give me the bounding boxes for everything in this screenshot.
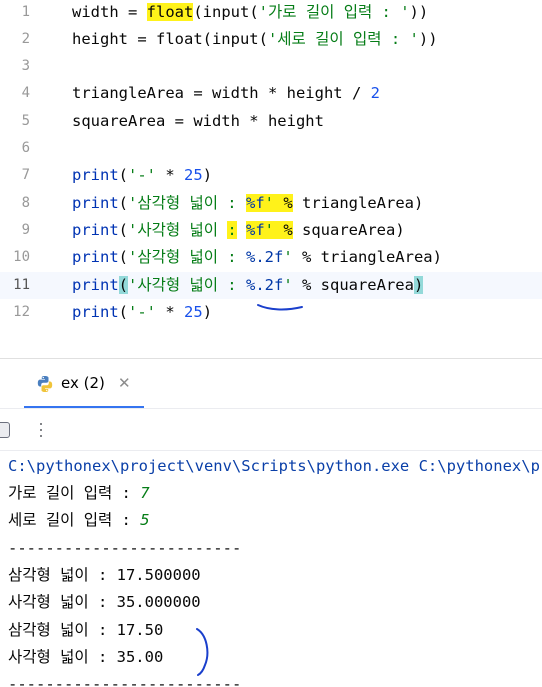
code-text: squareArea = width * height	[72, 112, 324, 130]
line-number: 5	[21, 113, 30, 129]
code-text: print('사각형 넓이 : %f' % squareArea)	[72, 221, 405, 239]
console-output-line: 사각형 넓이 : 35.00	[8, 648, 164, 666]
header-divider	[0, 408, 542, 409]
input-value: 7	[140, 484, 150, 502]
console-input-line: 가로 길이 입력 : 7	[8, 480, 150, 507]
code-line-11: 11 print('사각형 넓이 : %.2f' % squareArea)	[0, 272, 542, 299]
stop-icon[interactable]	[0, 422, 10, 438]
line-number: 8	[21, 195, 30, 211]
console-command-line: C:\pythonex\project\venv\Scripts\python.…	[8, 457, 542, 475]
console-separator: -------------------------	[8, 539, 242, 557]
line-number: 10	[13, 249, 30, 265]
console-input-line: 세로 길이 입력 : 5	[8, 507, 150, 534]
code-line-2: 2 height = float(input('세로 길이 입력 : '))	[0, 26, 542, 53]
pen-bracket-annotation	[196, 628, 209, 676]
code-editor[interactable]: 1 width = float(input('가로 길이 입력 : ')) 2 …	[0, 0, 542, 330]
console-output-line: 삼각형 넓이 : 17.50	[8, 621, 164, 639]
code-text: print('사각형 넓이 : %.2f' % squareArea)	[72, 276, 424, 294]
code-text: print('-' * 25)	[72, 303, 213, 321]
line-number: 12	[13, 304, 30, 320]
code-line-10: 10 print('삼각형 넓이 : %.2f' % triangleArea)	[0, 244, 542, 271]
code-line-4: 4 triangleArea = width * height / 2	[0, 80, 542, 107]
line-number: 1	[21, 4, 30, 20]
line-number: 9	[21, 222, 30, 238]
line-number: 6	[21, 140, 30, 156]
code-text: height = float(input('세로 길이 입력 : '))	[72, 30, 438, 48]
code-text: print('삼각형 넓이 : %f' % triangleArea)	[72, 194, 424, 212]
code-line-9: 9 print('사각형 넓이 : %f' % squareArea)	[0, 217, 542, 244]
line-number: 2	[21, 31, 30, 47]
input-value: 5	[140, 511, 150, 529]
line-number: 3	[21, 58, 30, 74]
code-text: print('-' * 25)	[72, 166, 213, 184]
line-number: 11	[13, 277, 30, 293]
run-panel-header: ex (2) ✕	[0, 359, 542, 409]
tab-label: ex (2)	[61, 374, 105, 392]
run-toolbar	[0, 410, 542, 451]
code-line-6: 6	[0, 135, 542, 162]
code-text: print('삼각형 넓이 : %.2f' % triangleArea)	[72, 248, 442, 266]
close-icon[interactable]: ✕	[118, 374, 131, 392]
code-line-3: 3	[0, 53, 542, 80]
input-prompt: 세로 길이 입력 :	[8, 511, 141, 529]
console-output[interactable]: C:\pythonex\project\venv\Scripts\python.…	[0, 451, 542, 687]
console-output-line: 삼각형 넓이 : 17.500000	[8, 566, 201, 584]
code-line-8: 8 print('삼각형 넓이 : %f' % triangleArea)	[0, 190, 542, 217]
more-vertical-icon[interactable]	[33, 418, 49, 442]
code-line-5: 5 squareArea = width * height	[0, 108, 542, 135]
code-text: width = float(input('가로 길이 입력 : '))	[72, 3, 429, 21]
code-line-1: 1 width = float(input('가로 길이 입력 : '))	[0, 0, 542, 26]
python-icon	[37, 376, 53, 392]
code-line-7: 7 print('-' * 25)	[0, 162, 542, 189]
line-number: 7	[21, 167, 30, 183]
console-output-line: 사각형 넓이 : 35.000000	[8, 593, 201, 611]
input-prompt: 가로 길이 입력 :	[8, 484, 141, 502]
tab-run-ex2[interactable]: ex (2) ✕	[24, 359, 144, 409]
line-number: 4	[21, 85, 30, 101]
pen-underline-annotation	[257, 304, 303, 311]
code-text: triangleArea = width * height / 2	[72, 84, 380, 102]
